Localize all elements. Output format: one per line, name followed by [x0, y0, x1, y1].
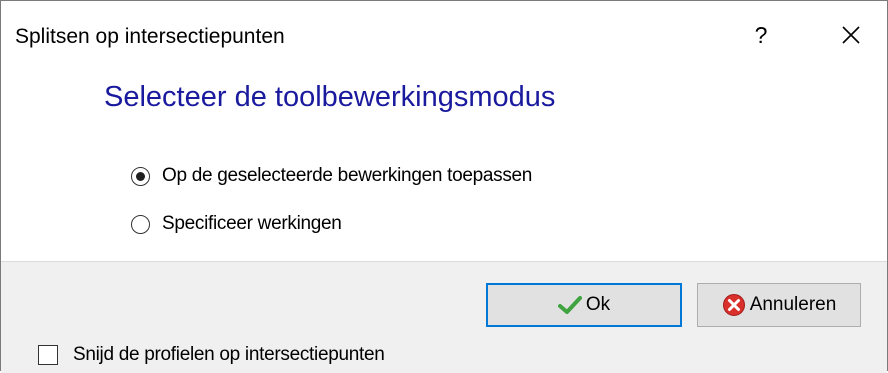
dialog-window: Splitsen op intersectiepunten ? Selectee… [0, 0, 888, 373]
ok-button-label: Ok [585, 294, 611, 315]
ok-button[interactable]: Ok [486, 283, 682, 327]
mode-heading: Selecteer de toolbewerkingsmodus [104, 81, 556, 113]
title-bar: Splitsen op intersectiepunten ? [1, 1, 887, 77]
dialog-title: Splitsen op intersectiepunten [15, 25, 285, 48]
close-icon [842, 26, 860, 44]
close-button[interactable] [829, 15, 873, 55]
help-button[interactable]: ? [741, 15, 781, 55]
option-label: Specificeer werkingen [162, 213, 342, 234]
radio-apply-selected[interactable] [131, 166, 150, 186]
option-apply-selected[interactable]: Op de geselecteerde bewerkingen toepasse… [131, 161, 532, 191]
dialog-footer: Ok Annuleren Snijd de profielen op inter… [1, 261, 887, 373]
cancel-button-label: Annuleren [749, 294, 837, 315]
cancel-button[interactable]: Annuleren [697, 283, 861, 327]
cancel-icon [722, 293, 746, 317]
option-label: Op de geselecteerde bewerkingen toepasse… [162, 165, 533, 186]
checkbox-label: Snijd de profielen op intersectiepunten [73, 344, 385, 365]
cut-profiles-checkbox[interactable] [38, 345, 58, 365]
option-specify-operations[interactable]: Specificeer werkingen [131, 209, 342, 239]
checkmark-icon [557, 295, 582, 315]
cut-profiles-option[interactable]: Snijd de profielen op intersectiepunten [38, 344, 385, 366]
radio-specify-operations[interactable] [131, 214, 150, 234]
radio-selected-dot [136, 171, 145, 181]
